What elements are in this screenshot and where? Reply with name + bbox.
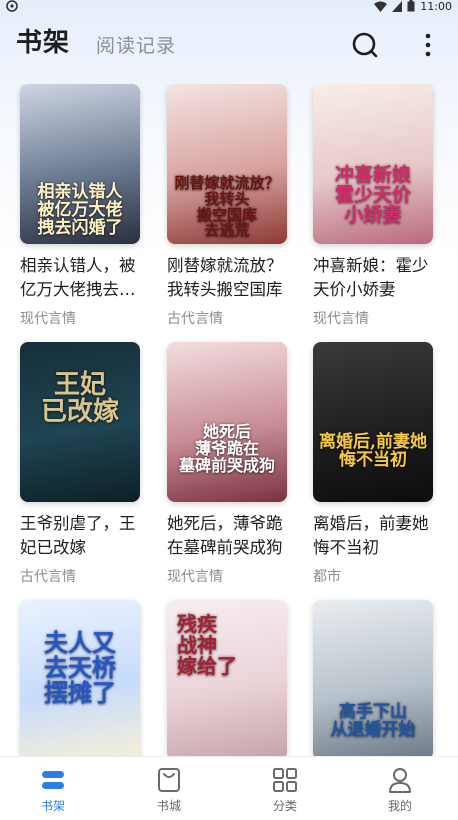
bookshelf-icon [42,771,64,789]
book-title[interactable]: 刚替嫁就流放？我转头搬空国库 [167,254,291,302]
cover-title-art: 高手下山 从退婚开始 [330,702,416,740]
cover-title-art: 残疾 战神 嫁给了 [177,612,237,678]
cover-title-art: 相亲认错人 被亿万大佬 拽去闪婚了 [37,182,123,238]
more-vertical-icon[interactable] [418,30,438,60]
book-title[interactable]: 她死后，薄爷跪在墓碑前哭成狗 [167,512,291,560]
cover-title-art: 她死后 薄爷跪在 墓碑前哭成狗 [178,422,275,475]
nav-label: 书城 [156,799,181,813]
book-cover[interactable]: 残疾 战神 嫁给了 [167,600,287,756]
nav-label: 分类 [272,799,297,813]
nav-label: 书架 [40,799,65,813]
tab-reading-history[interactable]: 阅读记录 [96,31,176,58]
book-card[interactable]: 相亲认错人 被亿万大佬 拽去闪婚了 相亲认错人，被亿万大佬拽去闪婚了 现代言情 [20,84,142,328]
battery-icon [407,0,415,12]
book-card[interactable]: 刚替嫁就流放？我转头 搬空国库 去逃荒 刚替嫁就流放？我转头搬空国库 古代言情 [167,84,289,328]
book-card[interactable]: 冲喜新娘 霍少天价 小娇妻 冲喜新娘：霍少天价小娇妻 现代言情 [313,84,435,328]
book-category: 现代言情 [20,311,76,327]
book-title[interactable]: 离婚后，前妻她悔不当初 [313,512,437,560]
cover-title-art: 离婚后,前妻她 悔不当初 [319,432,427,470]
book-card[interactable]: 王妃 已改嫁 王爷别虐了，王妃已改嫁 古代言情 [20,342,142,586]
cellular-signal-icon [392,0,403,12]
top-header: 书架 阅读记录 [0,22,458,66]
book-title[interactable]: 相亲认错人，被亿万大佬拽去闪婚了 [20,254,144,302]
book-card[interactable]: 离婚后,前妻她 悔不当初 离婚后，前妻她悔不当初 都市 [313,342,435,586]
search-icon[interactable] [350,30,380,60]
profile-icon [389,768,411,793]
nav-category[interactable]: 分类 [255,765,315,814]
nav-bookshelf[interactable]: 书架 [23,765,83,814]
book-cover[interactable]: 她死后 薄爷跪在 墓碑前哭成狗 [167,342,287,502]
book-card[interactable]: 她死后 薄爷跪在 墓碑前哭成狗 她死后，薄爷跪在墓碑前哭成狗 现代言情 [167,342,289,586]
book-category: 现代言情 [313,311,369,327]
book-card[interactable]: 高手下山 从退婚开始 [313,600,435,756]
nav-bookstore[interactable]: 书城 [139,765,199,814]
book-cover[interactable]: 夫人又 去天桥 摆摊了 [20,600,140,756]
bottom-navigation: 书架 书城 分类 我的 [0,756,458,820]
book-title[interactable]: 王爷别虐了，王妃已改嫁 [20,512,144,560]
bookshelf-grid: 相亲认错人 被亿万大佬 拽去闪婚了 相亲认错人，被亿万大佬拽去闪婚了 现代言情 … [0,84,458,756]
status-bar: 11:00 [0,0,458,14]
book-card[interactable]: 残疾 战神 嫁给了 [167,600,289,756]
book-category: 古代言情 [167,311,223,327]
book-category: 古代言情 [20,569,76,585]
book-category: 都市 [313,569,341,585]
book-cover[interactable]: 相亲认错人 被亿万大佬 拽去闪婚了 [20,84,140,244]
book-cover[interactable]: 离婚后,前妻她 悔不当初 [313,342,433,502]
store-bag-icon [158,768,180,792]
grid-category-icon [273,768,297,792]
cover-title-art: 王妃 已改嫁 [40,370,119,428]
book-cover[interactable]: 冲喜新娘 霍少天价 小娇妻 [313,84,433,244]
nav-label: 我的 [387,799,412,813]
status-time: 11:00 [420,0,452,13]
wifi-icon [374,1,388,12]
book-category: 现代言情 [167,569,223,585]
nav-profile[interactable]: 我的 [370,765,430,814]
tab-bookshelf[interactable]: 书架 [16,22,70,59]
cover-title-art: 刚替嫁就流放？我转头 搬空国库 去逃荒 [174,174,280,240]
book-cover[interactable]: 刚替嫁就流放？我转头 搬空国库 去逃荒 [167,84,287,244]
book-cover[interactable]: 王妃 已改嫁 [20,342,140,502]
cover-title-art: 夫人又 去天桥 摆摊了 [44,628,116,708]
cover-title-art: 冲喜新娘 霍少天价 小娇妻 [334,164,411,226]
app-notification-icon [6,0,18,12]
book-cover[interactable]: 高手下山 从退婚开始 [313,600,433,756]
book-card[interactable]: 夫人又 去天桥 摆摊了 [20,600,142,756]
book-title[interactable]: 冲喜新娘：霍少天价小娇妻 [313,254,437,302]
